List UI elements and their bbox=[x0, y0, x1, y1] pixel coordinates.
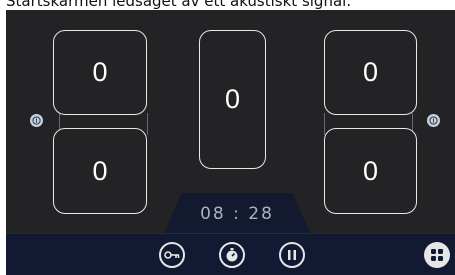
zone-right-bottom[interactable]: 0 bbox=[324, 128, 417, 214]
timer-button[interactable] bbox=[219, 242, 245, 268]
bottom-control-bar bbox=[6, 233, 455, 275]
hob-control-panel: 0 0 0 0 0 08 : 28 bbox=[6, 10, 455, 275]
bridge-toggle-icon bbox=[32, 116, 41, 125]
zone-level-right-bottom: 0 bbox=[362, 155, 379, 186]
menu-grid-icon bbox=[431, 249, 443, 261]
zone-level-left-top: 0 bbox=[92, 57, 108, 87]
caption-text: Startskärmen ledsaget av ett akustiskt s… bbox=[6, 0, 352, 9]
right-bridge-toggle[interactable] bbox=[427, 114, 440, 127]
zone-center[interactable]: 0 bbox=[199, 30, 266, 169]
timer-icon bbox=[226, 248, 238, 262]
right-bridge-line-inner bbox=[324, 113, 325, 135]
pause-icon bbox=[288, 250, 296, 260]
timer-display[interactable]: 08 : 28 bbox=[164, 204, 310, 224]
zone-left-bottom[interactable]: 0 bbox=[53, 128, 147, 214]
left-bridge-line-outer bbox=[147, 113, 148, 135]
menu-button[interactable] bbox=[424, 242, 450, 268]
zone-level-right-top: 0 bbox=[362, 57, 379, 87]
bridge-toggle-icon bbox=[429, 116, 438, 125]
left-bridge-toggle[interactable] bbox=[30, 114, 43, 127]
key-lock-icon bbox=[164, 251, 180, 259]
pause-button[interactable] bbox=[279, 242, 305, 268]
zone-level-left-bottom: 0 bbox=[92, 155, 108, 186]
zone-right-top[interactable]: 0 bbox=[324, 30, 417, 115]
zone-left-top[interactable]: 0 bbox=[53, 30, 147, 115]
key-lock-button[interactable] bbox=[159, 242, 185, 268]
zone-level-center: 0 bbox=[224, 84, 241, 114]
